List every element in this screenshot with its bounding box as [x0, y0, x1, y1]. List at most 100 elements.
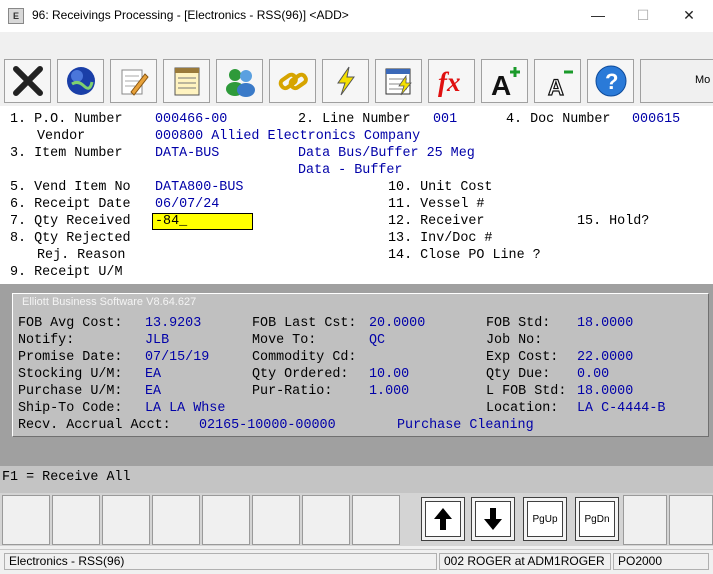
purchase-um-value: EA: [145, 384, 162, 399]
location-label: Location:: [486, 401, 559, 416]
notes-button[interactable]: [110, 59, 157, 103]
scroll-down-button[interactable]: [471, 497, 515, 541]
ledger-button[interactable]: [163, 59, 210, 103]
fkey-button-13[interactable]: [623, 495, 667, 545]
exp-cost-value: 22.0000: [577, 350, 634, 365]
exit-button[interactable]: [4, 59, 51, 103]
users-button[interactable]: [216, 59, 263, 103]
font-decrease-button[interactable]: A: [534, 59, 581, 103]
fob-std-label: FOB Std:: [486, 316, 551, 331]
fkey-button-3[interactable]: [102, 495, 150, 545]
fkey-button-8[interactable]: [352, 495, 400, 545]
svg-text:fx: fx: [438, 67, 461, 97]
arrow-up-icon: [434, 508, 452, 530]
fkey-button-4[interactable]: [152, 495, 200, 545]
ship-to-value: LA LA Whse: [145, 401, 226, 416]
l-fob-std-value: 18.0000: [577, 384, 634, 399]
status-user: 002 ROGER at ADM1ROGER: [439, 553, 611, 570]
stocking-um-value: EA: [145, 367, 162, 382]
title-bar: E 96: Receivings Processing - [Electroni…: [0, 0, 713, 32]
close-po-line-label: 14. Close PO Line ?: [388, 248, 541, 263]
scroll-up-button[interactable]: [421, 497, 465, 541]
arrow-down-icon: [484, 508, 502, 530]
line-number-label: 2. Line Number: [298, 112, 411, 127]
vessel-label: 11. Vessel #: [388, 197, 485, 212]
chain-link-icon: [278, 72, 308, 91]
fkey-button-2[interactable]: [52, 495, 100, 545]
panel-title: Elliott Business Software V8.64.627: [22, 296, 197, 308]
fkey-button-1[interactable]: [2, 495, 50, 545]
exit-x-icon: [12, 66, 43, 96]
inv-doc-label: 13. Inv/Doc #: [388, 231, 493, 246]
fkey-button-6[interactable]: [252, 495, 300, 545]
fkey-button-7[interactable]: [302, 495, 350, 545]
font-increase-button[interactable]: A: [481, 59, 528, 103]
item-desc-1: Data Bus/Buffer 25 Meg: [298, 146, 475, 161]
hold-label: 15. Hold?: [577, 214, 650, 229]
receipt-date-value[interactable]: 06/07/24: [155, 196, 219, 213]
recv-accrual-desc: Purchase Cleaning: [397, 418, 534, 433]
link-button[interactable]: [269, 59, 316, 103]
svg-text:A: A: [548, 75, 564, 98]
status-program: PO2000: [613, 553, 709, 570]
location-value: LA C-4444-B: [577, 401, 666, 416]
receipt-date-label: 6. Receipt Date: [10, 197, 131, 212]
vendor-label: Vendor: [37, 129, 86, 144]
qty-due-value: 0.00: [577, 367, 610, 382]
users-icon: [225, 69, 255, 97]
po-number-value[interactable]: 000466-00: [155, 111, 227, 128]
pur-ratio-label: Pur-Ratio:: [252, 384, 333, 399]
receipt-um-label: 9. Receipt U/M: [10, 265, 123, 280]
job-no-label: Job No:: [486, 333, 543, 348]
close-button[interactable]: ✕: [666, 0, 712, 32]
item-number-value[interactable]: DATA-BUS: [155, 145, 219, 162]
purchase-um-label: Purchase U/M:: [18, 384, 123, 399]
notify-label: Notify:: [18, 333, 75, 348]
help-button[interactable]: ?: [587, 59, 634, 103]
globe-icon: [66, 67, 95, 95]
fx-function-icon: fx: [438, 67, 461, 97]
doc-number-label: 4. Doc Number: [506, 112, 611, 127]
promise-date-label: Promise Date:: [18, 350, 123, 365]
lightning-button[interactable]: [322, 59, 369, 103]
function-key-line: F1 = Receive All: [0, 466, 713, 493]
qty-ordered-value: 10.00: [369, 367, 410, 382]
pur-ratio-value: 1.000: [369, 384, 410, 399]
doc-number-value[interactable]: 000615: [632, 111, 680, 128]
recv-accrual-value: 02165-10000-00000: [199, 418, 336, 433]
vend-item-value[interactable]: DATA800-BUS: [155, 179, 243, 196]
unit-cost-label: 10. Unit Cost: [388, 180, 493, 195]
f1-receive-all-hint: F1 = Receive All: [2, 470, 131, 485]
more-label: Mo: [695, 74, 711, 86]
exp-cost-label: Exp Cost:: [486, 350, 559, 365]
help-icon: ?: [595, 65, 626, 97]
minimize-button[interactable]: —: [575, 0, 621, 32]
move-to-label: Move To:: [252, 333, 317, 348]
globe-button[interactable]: [57, 59, 104, 103]
ledger-icon: [174, 67, 199, 96]
font-increase-icon: A: [491, 67, 520, 98]
qty-received-label: 7. Qty Received: [10, 214, 131, 229]
fkey-button-5[interactable]: [202, 495, 250, 545]
function-button[interactable]: fx: [428, 59, 475, 103]
line-number-value[interactable]: 001: [433, 111, 457, 128]
calendar-button[interactable]: [375, 59, 422, 103]
page-down-button[interactable]: PgDn: [575, 497, 619, 541]
calendar-lightning-icon: [385, 68, 412, 96]
notify-value: JLB: [145, 333, 170, 348]
page-up-button[interactable]: PgUp: [523, 497, 567, 541]
recv-accrual-label: Recv. Accrual Acct:: [18, 418, 171, 433]
promise-date-value: 07/15/19: [145, 350, 210, 365]
entry-screen: 1. P.O. Number 000466-00 2. Line Number …: [0, 106, 713, 284]
qty-received-input[interactable]: -84_: [152, 213, 253, 230]
vendor-value: 000800 Allied Electronics Company: [155, 129, 421, 144]
svg-text:?: ?: [605, 69, 618, 94]
item-number-label: 3. Item Number: [10, 146, 123, 161]
status-company: Electronics - RSS(96): [4, 553, 437, 570]
window-title: 96: Receivings Processing - [Electronics…: [32, 8, 349, 22]
maximize-button[interactable]: ☐: [620, 0, 666, 32]
fkey-button-14[interactable]: [669, 495, 713, 545]
po-number-label: 1. P.O. Number: [10, 112, 123, 127]
toolbar: fx A A ? Mo: [0, 57, 713, 105]
page-up-label: PgUp: [527, 501, 563, 537]
